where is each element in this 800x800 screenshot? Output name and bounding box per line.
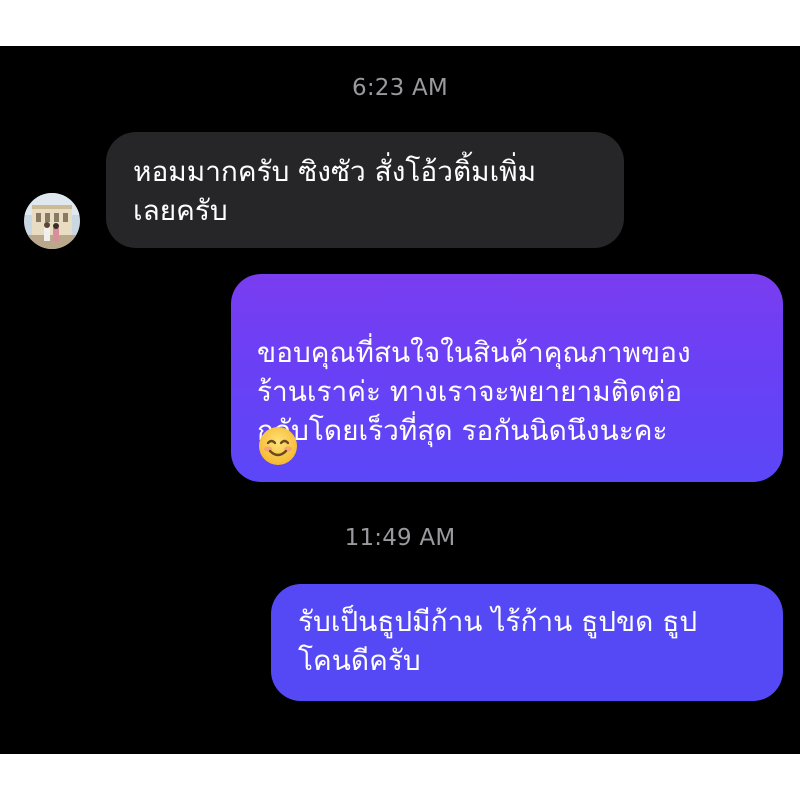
message-text: ขอบคุณที่สนใจในสินค้าคุณภาพของ ร้านเราค่… [257,336,691,447]
smiling-face-icon [259,427,297,465]
contact-avatar[interactable] [24,193,80,249]
message-timestamp: 6:23 AM [352,75,448,101]
avatar-photo-icon [24,193,80,249]
chat-screen: 6:23 AM หอมมากครับ ซิงซัว สั่งโอ้วติ้มเพ… [0,46,800,754]
outgoing-message-bubble[interactable]: รับเป็นธูปมีก้าน ไร้ก้าน ธูปขด ธูป โคนดี… [271,584,783,701]
outgoing-message-bubble[interactable]: ขอบคุณที่สนใจในสินค้าคุณภาพของ ร้านเราค่… [231,274,783,482]
incoming-message-bubble[interactable]: หอมมากครับ ซิงซัว สั่งโอ้วติ้มเพิ่ม เลยค… [106,132,624,248]
message-timestamp: 11:49 AM [344,525,456,551]
